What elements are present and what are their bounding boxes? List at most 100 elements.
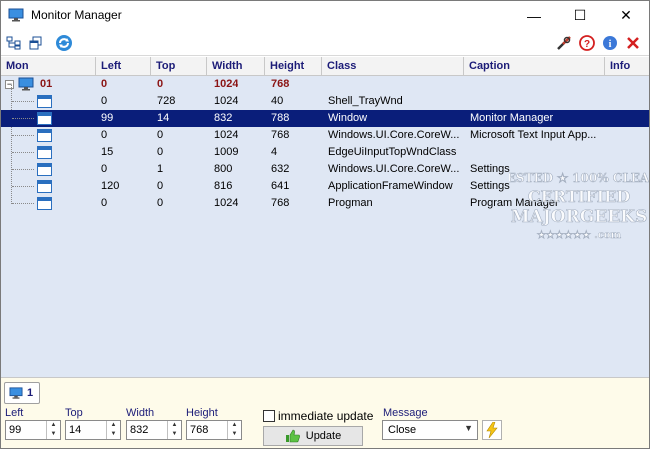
- width-value: 832: [130, 424, 149, 436]
- title-bar[interactable]: Monitor Manager — ☐ ✕: [1, 1, 649, 30]
- info-button[interactable]: i: [600, 33, 620, 53]
- help-icon: ?: [579, 35, 595, 51]
- spin-down-icon[interactable]: ▼: [47, 430, 60, 439]
- column-header-width[interactable]: Width: [207, 57, 265, 76]
- spin-up-icon[interactable]: ▲: [107, 421, 120, 430]
- exit-button[interactable]: [623, 33, 643, 53]
- width-stepper[interactable]: 832 ▲ ▼: [126, 420, 182, 440]
- cell-width: 816: [214, 180, 233, 192]
- height-value: 768: [190, 424, 209, 436]
- majorgeeks-watermark: TESTED ★ 100% CLEAN CERTIFIED MAJORGEEKS…: [509, 171, 649, 242]
- message-label: Message: [383, 407, 428, 419]
- spin-down-icon[interactable]: ▼: [168, 430, 181, 439]
- column-header-top[interactable]: Top: [151, 57, 207, 76]
- watermark-line1: TESTED ★ 100% CLEAN: [509, 171, 649, 185]
- cell-caption: Monitor Manager: [470, 112, 554, 124]
- tree-view-button[interactable]: [4, 33, 24, 53]
- window-list-grid[interactable]: Mon Left Top Width Height Class Caption …: [1, 57, 649, 377]
- spin-up-icon[interactable]: ▲: [168, 421, 181, 430]
- tools-button[interactable]: [554, 33, 574, 53]
- cell-height: 788: [271, 112, 290, 124]
- spin-up-icon[interactable]: ▲: [47, 421, 60, 430]
- column-header-info[interactable]: Info: [605, 57, 649, 76]
- monitor-row[interactable]: − 01 0 0 1024 768: [1, 76, 649, 93]
- width-label: Width: [126, 407, 155, 419]
- close-window-button[interactable]: ✕: [603, 1, 649, 30]
- cell-height: 768: [271, 197, 290, 209]
- svg-text:?: ?: [584, 39, 590, 50]
- info-icon: i: [603, 36, 617, 50]
- cell-height: 632: [271, 163, 290, 175]
- thumbs-up-icon: [285, 429, 300, 443]
- column-header-height[interactable]: Height: [265, 57, 322, 76]
- column-header-caption[interactable]: Caption: [464, 57, 605, 76]
- cell-caption: [470, 93, 603, 110]
- immediate-update-label[interactable]: immediate update: [278, 409, 373, 423]
- spin-up-icon[interactable]: ▲: [228, 421, 241, 430]
- monitor-tab-1[interactable]: 1: [4, 382, 40, 404]
- cell-left: 0: [101, 197, 108, 209]
- column-header-mon[interactable]: Mon: [1, 57, 96, 76]
- cell-top: 728: [157, 95, 176, 107]
- monitor-icon: [18, 77, 34, 91]
- cell-height: 641: [271, 180, 290, 192]
- message-select[interactable]: Close ▼: [382, 420, 478, 440]
- cell-class: EdgeUiInputTopWndClass: [328, 146, 457, 158]
- height-label: Height: [186, 407, 218, 419]
- cell-caption: Microsoft Text Input App...: [470, 129, 597, 141]
- cell-height: 768: [271, 129, 290, 141]
- grid-header: Mon Left Top Width Height Class Caption …: [1, 57, 649, 76]
- cell-left: 120: [101, 180, 120, 192]
- window-icon: [37, 180, 52, 193]
- edit-panel: 1 Left 99 ▲ ▼ Top 14 ▲ ▼ Width 832 ▲ ▼ Heig…: [1, 377, 649, 448]
- cell-left: 0: [101, 163, 108, 175]
- spin-down-icon[interactable]: ▼: [107, 430, 120, 439]
- cell-caption: [470, 144, 603, 161]
- top-stepper[interactable]: 14 ▲ ▼: [65, 420, 121, 440]
- window-icon: [37, 146, 52, 159]
- restore-window-button[interactable]: [26, 33, 46, 53]
- cell-width: 832: [214, 112, 233, 124]
- update-button[interactable]: Update: [263, 426, 363, 446]
- help-button[interactable]: ?: [577, 33, 597, 53]
- height-stepper[interactable]: 768 ▲ ▼: [186, 420, 242, 440]
- watermark-line4: ★★★★★★ .com: [537, 230, 622, 241]
- svg-text:i: i: [609, 39, 612, 50]
- cell-top: 14: [157, 112, 170, 124]
- cell-left: 0: [101, 129, 108, 141]
- cell-width: 1024: [214, 78, 239, 90]
- left-stepper[interactable]: 99 ▲ ▼: [5, 420, 61, 440]
- cell-width: 1024: [214, 197, 239, 209]
- monitor-manager-window: Monitor Manager — ☐ ✕ ? i Mon Left Top W…: [0, 0, 650, 449]
- window-title: Monitor Manager: [31, 8, 122, 22]
- cell-top: 0: [157, 129, 164, 141]
- maximize-button[interactable]: ☐: [557, 1, 603, 30]
- left-label: Left: [5, 407, 24, 419]
- spin-down-icon[interactable]: ▼: [228, 430, 241, 439]
- cell-class: Window: [328, 112, 368, 124]
- monitor-icon: [9, 386, 23, 399]
- cell-top: 0: [157, 197, 164, 209]
- cell-class: Windows.UI.Core.CoreW...: [328, 163, 460, 175]
- window-row[interactable]: 0 728 1024 40 Shell_TrayWnd: [1, 93, 649, 110]
- column-header-class[interactable]: Class: [322, 57, 464, 76]
- cell-top: 1: [157, 163, 164, 175]
- cell-width: 1024: [214, 95, 239, 107]
- send-message-button[interactable]: [482, 420, 502, 440]
- refresh-button[interactable]: [54, 33, 74, 53]
- monitor-tab-label: 1: [27, 387, 34, 399]
- cell-height: 4: [271, 146, 278, 158]
- cell-top: 0: [157, 146, 164, 158]
- minimize-button[interactable]: —: [511, 1, 557, 30]
- collapse-toggle[interactable]: −: [5, 80, 14, 89]
- tools-icon: [557, 36, 571, 50]
- window-row[interactable]: 15 0 1009 4 EdgeUiInputTopWndClass: [1, 144, 649, 161]
- top-value: 14: [69, 424, 82, 436]
- cell-left: 0: [101, 78, 108, 90]
- toolbar: ? i: [1, 30, 649, 56]
- window-row[interactable]: 0 0 1024 768 Windows.UI.Core.CoreW... Mi…: [1, 127, 649, 144]
- window-row-selected[interactable]: 99 14 832 788 Window Monitor Manager: [1, 110, 649, 127]
- immediate-update-checkbox[interactable]: [263, 410, 275, 422]
- column-header-left[interactable]: Left: [96, 57, 151, 76]
- cell-width: 800: [214, 163, 233, 175]
